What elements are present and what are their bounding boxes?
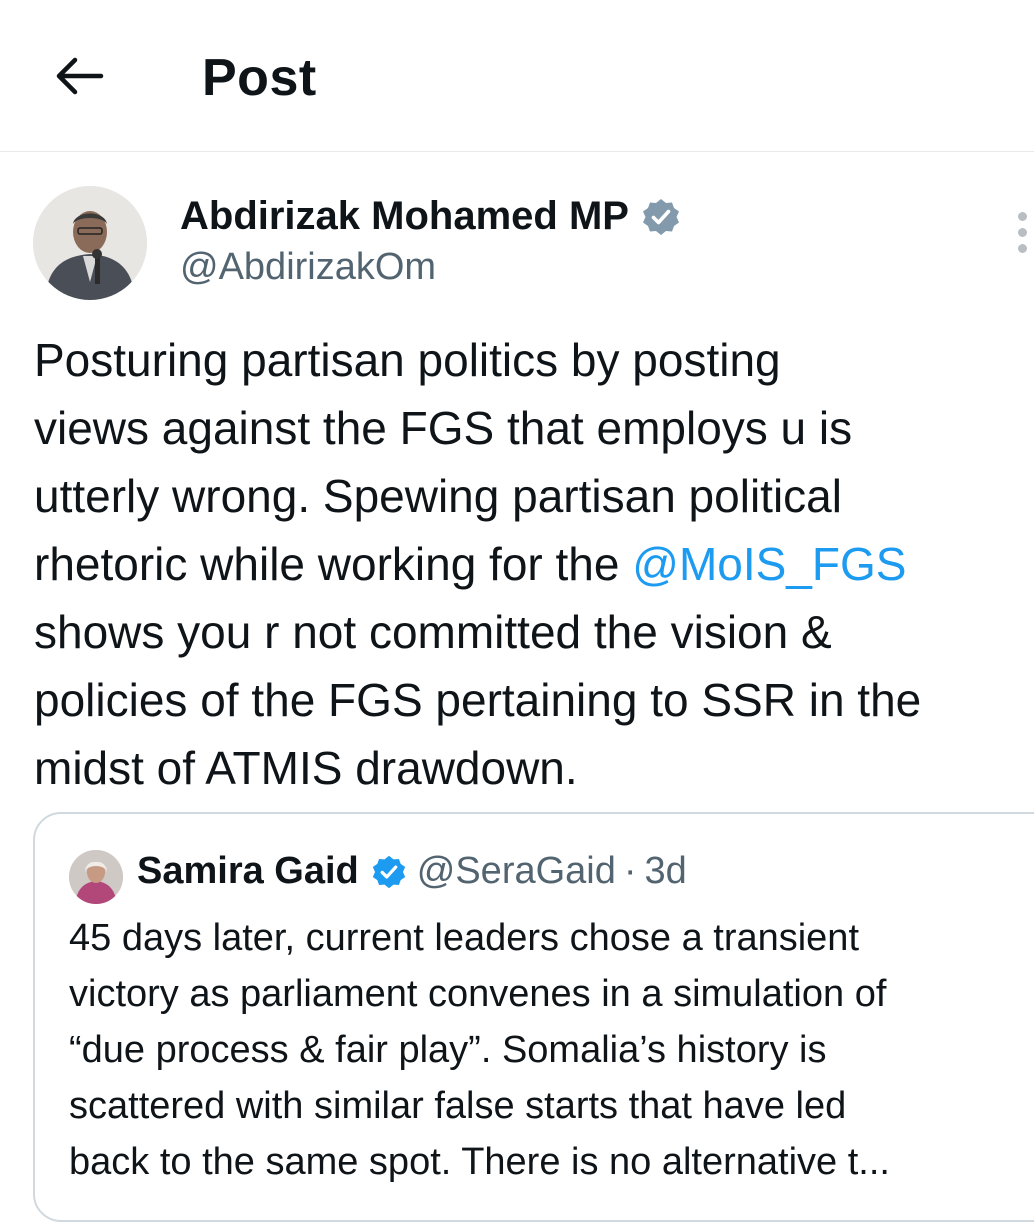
quoted-post-card[interactable]: Samira Gaid @SeraGaid · 3d 45 days later… [33,812,1034,1222]
quoted-post-text: 45 days later, current leaders chose a t… [69,917,890,1183]
author-handle[interactable]: @AbdirizakOm [180,246,436,289]
more-options-button[interactable] [1008,210,1034,256]
quoted-author-handle[interactable]: @SeraGaid [417,850,616,893]
top-bar: Post [0,0,1034,152]
author-avatar[interactable] [33,186,147,300]
page-title: Post [202,49,317,107]
verified-badge-icon [642,198,679,235]
quoted-author-avatar[interactable] [69,850,123,904]
post-text: Posturing partisan politics by posting v… [34,326,1034,802]
back-button[interactable] [48,50,110,102]
arrow-left-icon [56,57,104,95]
verified-badge-icon [372,855,405,888]
more-dot [1018,228,1027,237]
more-vertical-icon [1018,212,1027,221]
author-name[interactable]: Abdirizak Mohamed MP [180,194,681,239]
post-text-part-2: shows you r not committed the vision & p… [34,606,922,794]
mention-link[interactable]: @MoIS_FGS [632,538,906,590]
quoted-author-name[interactable]: Samira Gaid [137,850,359,893]
more-dot [1018,244,1027,253]
author-name-text[interactable]: Abdirizak Mohamed MP [180,194,629,239]
quoted-post-header: Samira Gaid @SeraGaid · 3d [137,850,687,893]
quoted-post-time[interactable]: 3d [645,850,687,893]
separator-dot: · [623,850,637,892]
